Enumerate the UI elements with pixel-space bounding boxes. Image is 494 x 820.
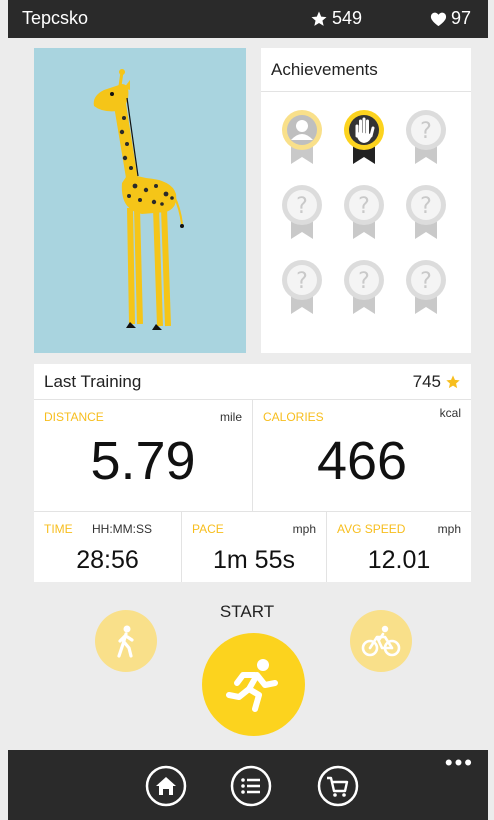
achievement-badge[interactable]	[333, 106, 395, 181]
achievements-grid: ? ? ? ? ? ? ?	[271, 106, 461, 331]
pace-stat: PACE mph 1m 55s	[182, 512, 327, 582]
achievement-badge-locked[interactable]: ?	[395, 106, 457, 181]
svg-text:?: ?	[420, 119, 432, 144]
calories-unit: kcal	[439, 406, 461, 420]
distance-label: DISTANCE	[44, 410, 104, 424]
time-value: 28:56	[76, 546, 139, 574]
avg-speed-stat: AVG SPEED mph 12.01	[327, 512, 471, 582]
avg-speed-value: 12.01	[367, 546, 431, 574]
achievements-panel[interactable]: Achievements ? ? ? ? ? ? ?	[261, 48, 471, 353]
profile-name: Tepcsko	[22, 8, 89, 28]
achievement-badge-locked[interactable]: ?	[395, 181, 457, 256]
hearts-counter: 97	[430, 8, 471, 29]
achievement-badge-locked[interactable]: ?	[271, 181, 333, 256]
locked-badge-icon: ?	[406, 185, 446, 239]
last-training-title: Last Training	[44, 372, 142, 391]
bike-button[interactable]	[350, 610, 412, 672]
achievement-badge-locked[interactable]: ?	[271, 256, 333, 331]
locked-badge-icon: ?	[344, 260, 384, 314]
pace-value: 1m 55s	[213, 546, 295, 574]
last-training-card[interactable]: Last Training 745 DISTANCE mile 5.79 CAL…	[34, 364, 471, 582]
achievements-title: Achievements	[261, 48, 471, 92]
hand-badge-icon	[344, 110, 384, 164]
svg-text:?: ?	[296, 194, 308, 219]
last-training-header: Last Training 745	[34, 364, 471, 400]
achievement-badge-locked[interactable]: ?	[395, 256, 457, 331]
hearts-count: 97	[451, 8, 472, 28]
locked-badge-icon: ?	[406, 260, 446, 314]
start-run-button[interactable]	[202, 633, 305, 736]
app-bar: •••	[8, 750, 488, 820]
avg-speed-label: AVG SPEED	[337, 522, 406, 536]
distance-value: 5.79	[90, 431, 196, 491]
walk-button[interactable]	[95, 610, 157, 672]
locked-badge-icon: ?	[282, 260, 322, 314]
distance-stat: DISTANCE mile 5.79	[34, 400, 253, 512]
calories-label: CALORIES	[263, 410, 324, 424]
status-bar: Tepcsko 549 97	[8, 0, 488, 38]
svg-text:?: ?	[358, 269, 370, 294]
avatar-panel[interactable]	[34, 48, 246, 353]
locked-badge-icon: ?	[344, 185, 384, 239]
svg-text:?: ?	[358, 194, 370, 219]
list-icon[interactable]	[230, 765, 272, 807]
time-label: TIME	[44, 522, 73, 536]
giraffe-icon	[93, 69, 184, 330]
distance-unit: mile	[219, 410, 242, 424]
cart-icon[interactable]	[317, 765, 359, 807]
avatar-badge-icon	[282, 110, 322, 164]
locked-badge-icon: ?	[406, 110, 446, 164]
start-label: START	[219, 602, 275, 621]
training-points: 745	[413, 372, 461, 392]
more-menu-button[interactable]: •••	[445, 752, 474, 774]
cycling-icon	[361, 625, 401, 657]
svg-text:?: ?	[420, 194, 432, 219]
pace-label: PACE	[192, 522, 224, 536]
stars-count: 549	[332, 8, 363, 28]
star-icon	[311, 11, 327, 26]
svg-text:?: ?	[420, 269, 432, 294]
star-icon	[446, 375, 460, 389]
calories-stat: CALORIES kcal 466	[253, 400, 471, 512]
walking-icon	[117, 625, 134, 658]
time-stat: TIME HH:MM:SS 28:56	[34, 512, 182, 582]
calories-value: 466	[316, 431, 408, 491]
heart-icon	[430, 12, 447, 26]
locked-badge-icon: ?	[282, 185, 322, 239]
training-points-value: 745	[412, 372, 441, 391]
running-icon	[225, 658, 278, 712]
time-unit: HH:MM:SS	[92, 522, 152, 536]
avg-speed-unit: mph	[437, 522, 461, 536]
svg-text:?: ?	[296, 269, 308, 294]
pace-unit: mph	[292, 522, 316, 536]
achievement-badge-locked[interactable]: ?	[333, 256, 395, 331]
home-icon[interactable]	[145, 765, 187, 807]
stars-counter: 549	[310, 8, 362, 29]
achievement-badge[interactable]	[271, 106, 333, 181]
achievement-badge-locked[interactable]: ?	[333, 181, 395, 256]
